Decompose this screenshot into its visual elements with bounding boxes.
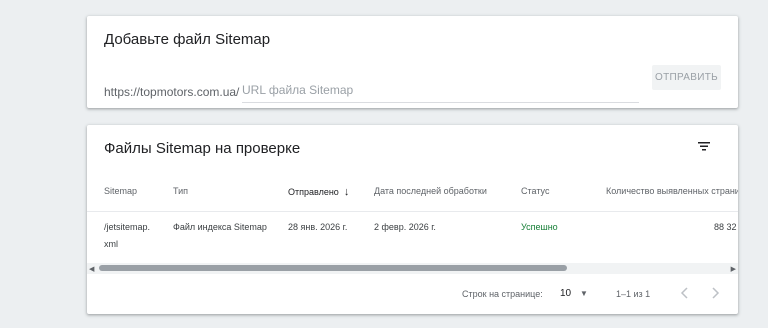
chevron-left-icon[interactable] [676,283,694,303]
column-header-submitted-label: Отправлено [288,187,339,197]
sitemap-path-line1: /jetsitemap. [104,222,151,232]
sitemap-path-line2: xml [104,239,118,249]
horizontal-scrollbar[interactable]: ◀ ▶ [87,263,738,274]
header-divider [87,211,738,212]
column-header-status[interactable]: Статус [521,186,549,196]
type-cell: Файл индекса Sitemap [173,222,267,232]
discovered-cell: 88 32 [714,222,737,232]
rows-per-page-label: Строк на странице: [462,289,543,299]
submit-button[interactable]: ОТПРАВИТЬ [652,65,721,90]
sitemap-url-input[interactable] [242,78,639,103]
submitted-cell: 28 янв. 2026 г. [288,222,348,232]
column-header-type[interactable]: Тип [173,186,188,196]
scroll-right-icon[interactable]: ▶ [731,265,736,273]
chevron-right-icon[interactable] [706,283,724,303]
scroll-left-icon[interactable]: ◀ [89,265,94,273]
column-header-sitemap[interactable]: Sitemap [104,186,137,196]
column-header-discovered[interactable]: Количество выявленных страни [606,186,738,196]
status-cell: Успешно [521,222,558,232]
column-header-submitted[interactable]: Отправлено ↓ [288,186,349,198]
url-prefix: https://topmotors.com.ua/ [104,85,240,99]
rows-per-page-select[interactable]: 10 [560,288,571,299]
pagination-range: 1–1 из 1 [616,289,651,299]
scrollbar-thumb[interactable] [99,265,567,271]
arrow-down-icon: ↓ [343,186,350,198]
column-header-last-read[interactable]: Дата последней обработки [374,186,487,196]
dropdown-caret-icon[interactable]: ▼ [580,289,588,298]
last-read-cell: 2 февр. 2026 г. [374,222,436,232]
submitted-sitemaps-title: Файлы Sitemap на проверке [104,140,301,157]
submitted-sitemaps-card: Файлы Sitemap на проверке Sitemap Тип От… [87,125,738,314]
add-sitemap-title: Добавьте файл Sitemap [104,31,271,48]
add-sitemap-card: Добавьте файл Sitemap https://topmotors.… [87,16,738,108]
sitemap-cell: /jetsitemap. xml [104,219,150,253]
filter-icon[interactable] [696,138,712,154]
